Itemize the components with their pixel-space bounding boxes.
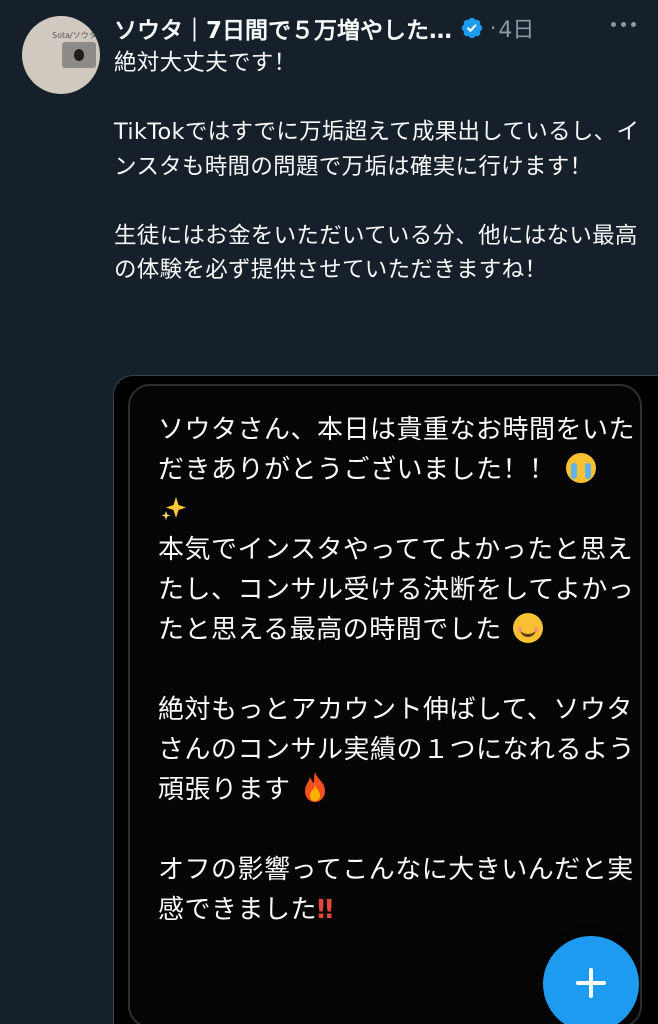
tweet-paragraph: 生徒にはお金をいただいている分、他にはない最高の体験を必ず提供させていただきます…	[114, 222, 638, 284]
tweet-paragraph: TikTokではすでに万垢超えて成果出しているし、インスタも時間の問題で万垢は確…	[114, 119, 640, 180]
message-line: オフの影響ってこんなに大きいんだと実感できました	[158, 855, 634, 925]
more-options-icon[interactable]	[611, 12, 636, 36]
message-bubble: ソウタさん、本日は貴重なお時間をいただきありがとうございました！！ 本気でインス…	[128, 384, 642, 1024]
message-paragraph: 本気でインスタやっててよかったと思えたし、コンサル受ける決断をしてよかったと思え…	[158, 530, 638, 650]
compose-plus-icon[interactable]	[543, 936, 639, 1024]
tweet-header: ソウタ｜7日間で５万増やした… · 4日	[114, 10, 654, 46]
fire-icon	[301, 771, 329, 803]
message-line: 絶対もっとアカウント伸ばして、ソウタさんのコンサル実績の１つになれるよう頑張りま…	[158, 695, 636, 805]
message-paragraph: 絶対もっとアカウント伸ばして、ソウタさんのコンサル実績の１つになれるよう頑張りま…	[158, 690, 638, 810]
author-display-name[interactable]: ソウタ｜7日間で５万増やした…	[114, 11, 452, 45]
header-separator: ·	[490, 16, 497, 40]
message-paragraph: ソウタさん、本日は貴重なお時間をいただきありがとうございました！！	[158, 410, 638, 530]
apple-logo-icon	[74, 49, 84, 61]
tweet-line: 絶対大丈夫です！	[114, 50, 297, 76]
message-line: 本気でインスタやっててよかったと思えたし、コンサル受ける決断をしてよかったと思え…	[158, 535, 635, 645]
message-line: ソウタさん、本日は貴重なお時間をいただきありがとうございました！！	[158, 415, 636, 485]
verified-badge-icon	[461, 17, 483, 39]
double-exclamation-icon: ‼︎	[317, 895, 334, 925]
tweet-timestamp[interactable]: 4日	[498, 12, 534, 44]
message-paragraph: オフの影響ってこんなに大きいんだと実感できました‼︎	[158, 850, 638, 930]
smiling-face-icon	[512, 613, 543, 643]
sparkles-icon	[160, 495, 188, 523]
message-text: ソウタさん、本日は貴重なお時間をいただきありがとうございました！！ 本気でインス…	[158, 410, 638, 930]
tweet-body: 絶対大丈夫です！ TikTokではすでに万垢超えて成果出しているし、インスタも時…	[114, 46, 644, 288]
tweet-detail-screen: Sota/ソウタ ソウタ｜7日間で５万増やした… · 4日 絶対大丈夫です！ T…	[0, 0, 658, 1024]
avatar-caption: Sota/ソウタ	[52, 31, 97, 40]
attached-image[interactable]: ソウタさん、本日は貴重なお時間をいただきありがとうございました！！ 本気でインス…	[113, 375, 658, 1024]
avatar[interactable]: Sota/ソウタ	[22, 16, 100, 94]
crying-face-icon	[566, 453, 597, 483]
